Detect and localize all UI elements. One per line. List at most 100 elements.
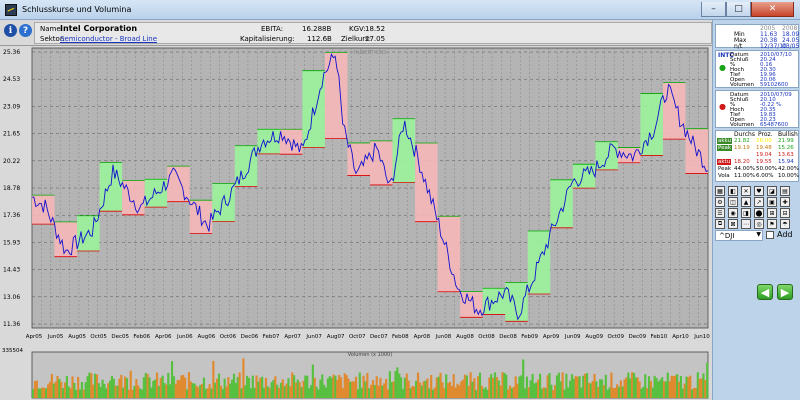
volume-bar [407, 380, 410, 398]
volume-bar [587, 382, 590, 398]
settings-icon[interactable]: ⚙ [715, 197, 725, 207]
volume-bar [394, 371, 397, 398]
volume-bar [93, 373, 97, 398]
volume-bar [163, 383, 166, 398]
volume-bar [347, 378, 350, 398]
x-tick-label: Feb07 [263, 334, 280, 340]
minimize-button[interactable]: – [701, 2, 726, 17]
volume-bar [116, 385, 119, 398]
volume-bar [456, 383, 459, 398]
next-arrow-button[interactable]: ▶ [777, 284, 793, 300]
signal-cell: 50.00% [756, 166, 777, 172]
ebita-value: 16.288B [302, 25, 332, 33]
up-arrow-icon: ● [719, 63, 726, 72]
trend-icon[interactable]: ▲ [741, 197, 751, 207]
y-tick-label: 18.78 [3, 185, 20, 192]
circle-icon[interactable]: ◎ [754, 219, 764, 229]
down-band [370, 140, 393, 185]
frame-icon[interactable]: ▣ [767, 197, 777, 207]
volume-bar [416, 372, 420, 398]
signal-cell: 26.00 [756, 138, 772, 144]
panel-icon[interactable]: ◧ [728, 186, 738, 196]
copy-icon[interactable]: ⧉ [715, 219, 725, 229]
list-icon[interactable]: ▤ [780, 186, 790, 196]
volume-bar [112, 378, 115, 398]
volume-bar [238, 372, 241, 398]
volume-bar [572, 378, 575, 398]
volume-bar [454, 387, 457, 398]
volume-bar [155, 372, 159, 398]
menu-icon[interactable]: ☰ [715, 208, 725, 218]
quote-value: 65487600 [760, 122, 788, 128]
volume-bar [495, 377, 498, 398]
clear-icon[interactable]: ⊠ [728, 219, 738, 229]
cap-value: 112.6B [307, 35, 332, 43]
flag-icon[interactable]: ⚑ [767, 219, 777, 229]
favorite-icon[interactable]: ♥ [754, 186, 764, 196]
signal-cell: 11.00% [734, 173, 755, 179]
maximize-button[interactable]: □ [726, 2, 751, 17]
split-icon[interactable]: ◪ [767, 186, 777, 196]
price-chart[interactable]: 25.36 24.53 23.09 21.65 20.22 18.78 17.36 15.93… [0, 46, 712, 344]
volume-bar [488, 377, 491, 398]
close-button[interactable]: ✕ [751, 2, 794, 17]
zoom-in-icon[interactable]: ⊞ [767, 208, 777, 218]
volume-bar [642, 386, 645, 398]
zoom-out-icon[interactable]: ⊟ [780, 208, 790, 218]
info-icon[interactable]: i [4, 24, 17, 37]
y-tick-label: 15.93 [3, 239, 20, 246]
volume-bar [544, 388, 547, 398]
volume-chart[interactable]: 335504 Volumen (x 1000) [0, 344, 712, 400]
delete-icon[interactable]: ✕ [741, 186, 751, 196]
volume-bar [430, 375, 433, 398]
volume-bar [689, 375, 692, 398]
volume-bar [176, 379, 179, 398]
more-icon[interactable]: ⋯ [741, 219, 751, 229]
volume-bar [612, 388, 615, 398]
add-checkbox[interactable] [766, 231, 774, 239]
volume-bar [478, 372, 482, 398]
volume-bar [60, 381, 63, 398]
volume-bar [480, 385, 483, 398]
volume-bar [142, 377, 145, 398]
x-tick-label: Oct05 [90, 334, 107, 340]
volume-bar [439, 372, 442, 398]
volume-bar [640, 388, 643, 398]
x-tick-label: Feb08 [392, 334, 409, 340]
volume-bar [251, 375, 254, 398]
layout-icon[interactable]: ◨ [741, 208, 751, 218]
signal-cell: 21.99 [778, 138, 794, 144]
compare-icon[interactable]: ◫ [728, 197, 738, 207]
volume-bar [270, 382, 273, 398]
volume-bar [617, 386, 621, 398]
grid-icon[interactable]: ▦ [715, 186, 725, 196]
symbol-select[interactable]: ^DJI ▼ [715, 230, 763, 241]
help-icon[interactable]: ? [19, 24, 32, 37]
target-icon[interactable]: ◉ [728, 208, 738, 218]
prev-arrow-button[interactable]: ◀ [757, 284, 773, 300]
x-tick-label: Apr05 [26, 334, 43, 340]
kgv-label: KGV: [349, 25, 366, 33]
volume-bar [154, 379, 157, 398]
arrow-icon[interactable]: ↗ [754, 197, 764, 207]
add-icon[interactable]: ✚ [780, 197, 790, 207]
dot-icon[interactable]: ⬤ [754, 208, 764, 218]
volume-bar [585, 373, 589, 398]
volume-bar [702, 373, 705, 398]
volume-bar [283, 385, 286, 398]
volume-bar [392, 381, 395, 398]
volume-bar [492, 377, 495, 398]
volume-bar [54, 381, 57, 398]
volume-bar [345, 375, 348, 398]
sector-link[interactable]: Semiconductor - Broad Line [60, 35, 157, 43]
signal-cell: 19.04 [756, 152, 772, 158]
volume-bar [234, 382, 237, 398]
umbrella-icon[interactable]: ☂ [780, 219, 790, 229]
volume-bar [704, 380, 707, 398]
volume-bar [219, 385, 222, 398]
volume-bar [664, 381, 667, 398]
y-tick-label: 25.36 [3, 49, 20, 56]
volume-bar [95, 374, 99, 398]
volume-bar [50, 373, 53, 398]
volume-bar [240, 388, 243, 398]
